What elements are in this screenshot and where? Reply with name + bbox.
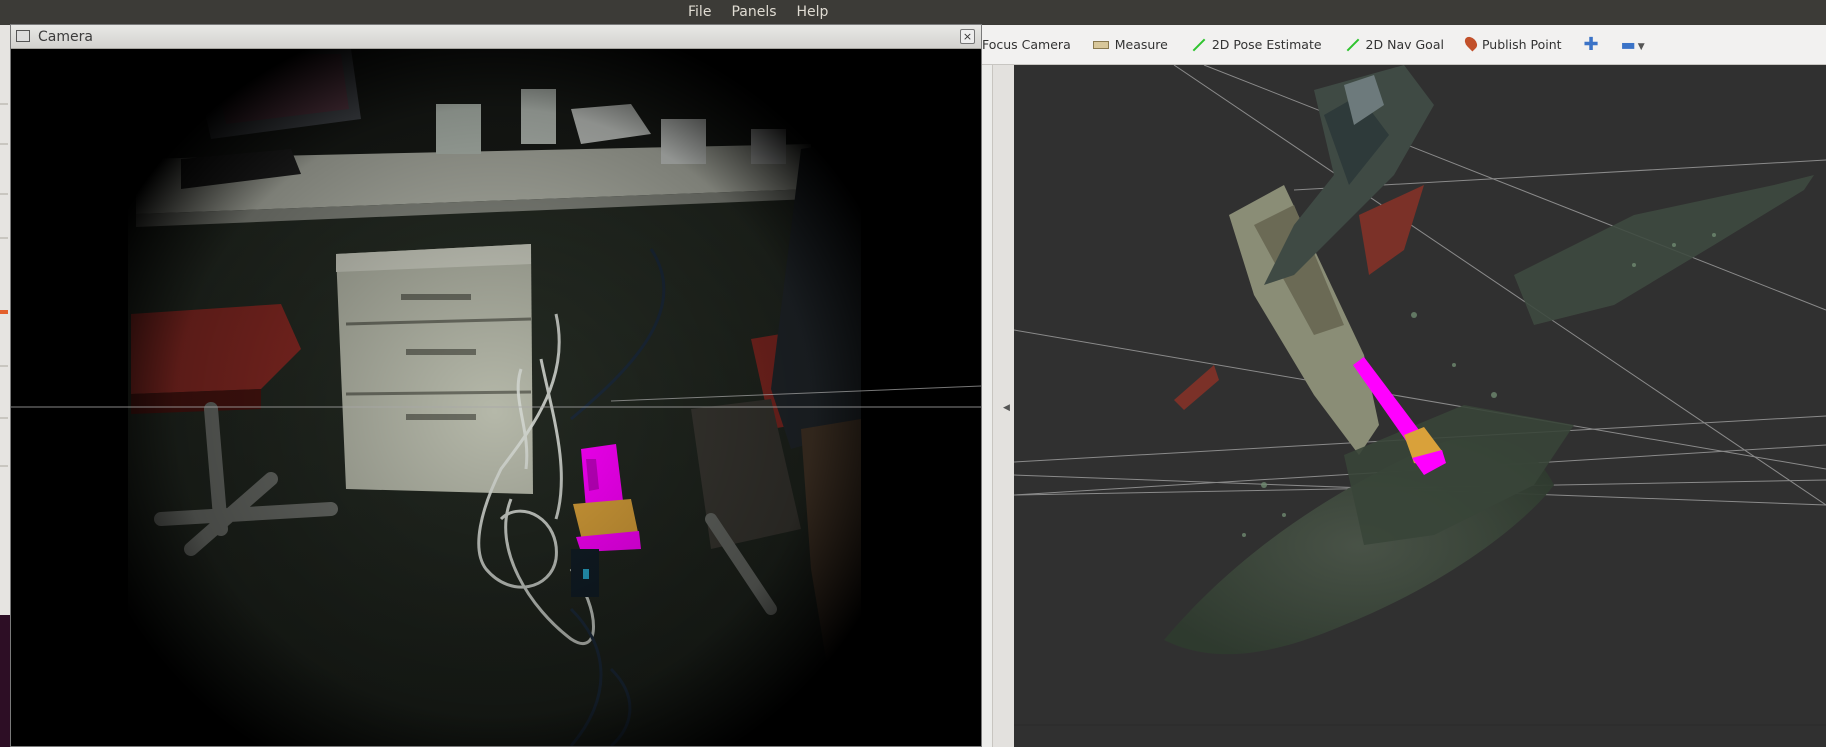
tool-measure[interactable]: Measure: [1092, 37, 1168, 52]
camera-window-titlebar[interactable]: Camera ×: [11, 25, 981, 49]
desktop-edge: [0, 615, 10, 747]
tool-focus-camera[interactable]: Focus Camera: [978, 37, 1071, 52]
menu-panels[interactable]: Panels: [731, 4, 788, 20]
tool-measure-label: Measure: [1114, 37, 1168, 52]
render-3d-view[interactable]: [1014, 65, 1826, 747]
remove-tool-button[interactable]: ▬ ▼: [1621, 35, 1645, 54]
tool-focus-camera-label: Focus Camera: [982, 37, 1071, 52]
menu-file[interactable]: File: [688, 4, 723, 20]
menu-help[interactable]: Help: [797, 4, 841, 20]
rviz-toolbar: Focus Camera Measure 2D Pose Estimate 2D…: [980, 25, 1826, 65]
right-cloud: [1514, 175, 1814, 325]
tool-2d-pose-estimate-label: 2D Pose Estimate: [1211, 37, 1322, 52]
green-arrow-icon: [1190, 37, 1206, 53]
tool-2d-nav-goal[interactable]: 2D Nav Goal: [1344, 37, 1444, 53]
camera-scene: [11, 49, 981, 746]
plus-icon: ✚: [1583, 34, 1599, 55]
ruler-icon: [1092, 40, 1109, 49]
panel-splitter[interactable]: ◀: [978, 65, 1014, 747]
menu-list: File Panels Help: [688, 4, 848, 20]
global-menubar: File Panels Help: [0, 0, 1826, 25]
close-icon[interactable]: ×: [960, 29, 975, 44]
tool-publish-point-label: Publish Point: [1481, 37, 1562, 52]
map-pin-icon: [1462, 34, 1480, 52]
tool-2d-nav-goal-label: 2D Nav Goal: [1365, 37, 1444, 52]
add-tool-button[interactable]: ✚: [1584, 34, 1599, 55]
camera-window[interactable]: Camera ×: [10, 24, 982, 747]
chevron-down-icon: ▼: [1637, 41, 1645, 52]
tool-publish-point[interactable]: Publish Point: [1462, 34, 1562, 52]
tool-2d-pose-estimate[interactable]: 2D Pose Estimate: [1190, 37, 1322, 53]
green-arrow-icon: [1344, 37, 1360, 53]
point-cloud-scene: [1014, 65, 1826, 726]
window-icon: [16, 30, 30, 42]
minus-icon: ▬: [1620, 35, 1636, 54]
camera-image: [11, 49, 981, 746]
chevron-left-icon[interactable]: ◀: [1003, 403, 1010, 413]
camera-window-title: Camera: [38, 29, 93, 45]
